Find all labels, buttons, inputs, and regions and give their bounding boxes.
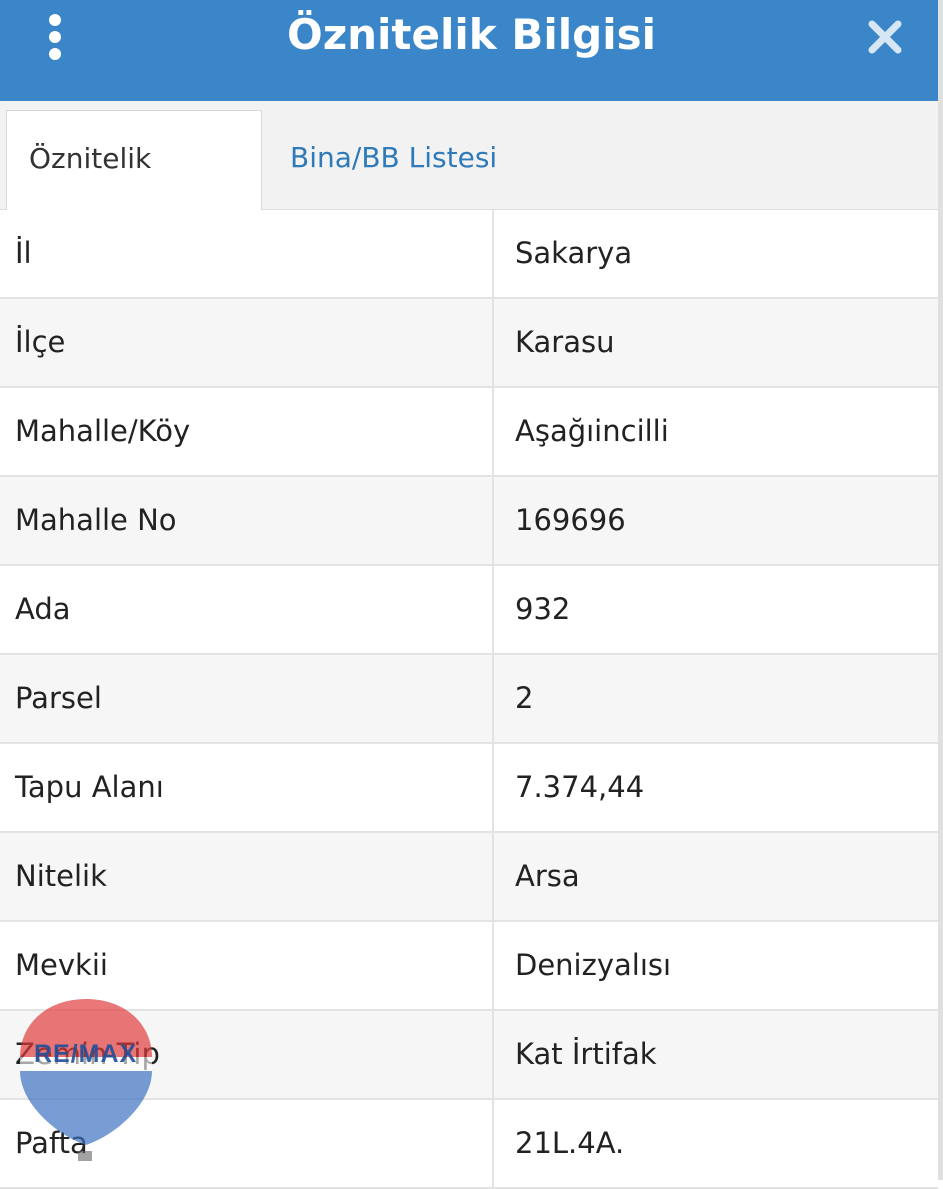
table-row: Parsel 2 [0, 655, 938, 744]
row-key: Ada [15, 592, 71, 626]
column-divider [492, 744, 494, 831]
table-row: Nitelik Arsa [0, 833, 938, 922]
column-divider [492, 1011, 494, 1098]
column-divider [492, 477, 494, 564]
row-key: Nitelik [15, 859, 107, 893]
row-value: 7.374,44 [515, 770, 645, 804]
tab-bina-bb-listesi[interactable]: Bina/BB Listesi [268, 110, 519, 209]
row-key: Mahalle/Köy [15, 414, 191, 448]
row-value: Aşağıincilli [515, 414, 669, 448]
table-row: Mahalle/Köy Aşağıincilli [0, 388, 938, 477]
column-divider [492, 655, 494, 742]
row-key: İl [15, 236, 32, 270]
column-divider [492, 210, 494, 297]
right-edge-divider [938, 0, 943, 1180]
close-icon[interactable] [862, 14, 908, 60]
row-value: Denizyalısı [515, 948, 672, 982]
row-value: Sakarya [515, 236, 633, 270]
table-row: İl Sakarya [0, 210, 938, 299]
column-divider [492, 299, 494, 386]
row-key: Mahalle No [15, 503, 177, 537]
table-row: Mahalle No 169696 [0, 477, 938, 566]
row-value: Karasu [515, 325, 615, 359]
table-row: Tapu Alanı 7.374,44 [0, 744, 938, 833]
table-row: İlçe Karasu [0, 299, 938, 388]
column-divider [492, 833, 494, 920]
row-key: İlçe [15, 325, 66, 359]
row-value: Arsa [515, 859, 580, 893]
row-value: Kat İrtifak [515, 1037, 657, 1071]
page-title: Öznitelik Bilgisi [286, 10, 657, 59]
row-value: 169696 [515, 503, 626, 537]
row-key: Parsel [15, 681, 102, 715]
tab-oznitelik-bilgisi[interactable]: Öznitelik Bilgisi [6, 110, 262, 271]
column-divider [492, 388, 494, 475]
remax-balloon-logo [20, 999, 152, 1161]
tab-bar: Öznitelik Bilgisi Bina/BB Listesi [0, 101, 943, 271]
app-header: Öznitelik Bilgisi [0, 0, 943, 101]
column-divider [492, 922, 494, 1009]
row-value: 21L.4A. [515, 1126, 625, 1160]
column-divider [492, 1100, 494, 1187]
row-value: 2 [515, 681, 534, 715]
remax-logo-text: RE/MAX [34, 1040, 138, 1068]
row-key: Tapu Alanı [15, 770, 164, 804]
column-divider [492, 566, 494, 653]
table-row: Ada 932 [0, 566, 938, 655]
row-value: 932 [515, 592, 571, 626]
